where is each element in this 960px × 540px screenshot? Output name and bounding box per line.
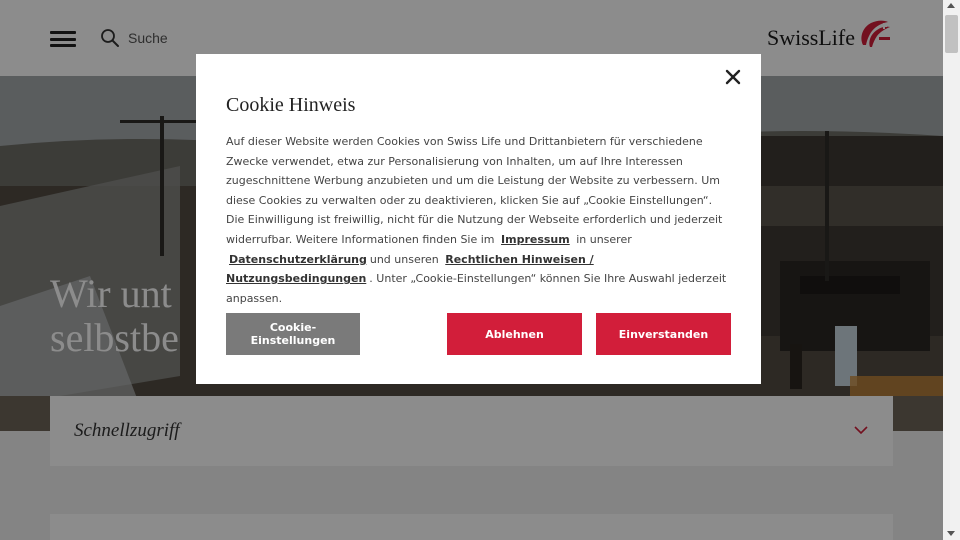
impressum-link[interactable]: Impressum (501, 233, 570, 246)
scroll-up-arrow-icon[interactable] (947, 3, 955, 8)
cookie-settings-button[interactable]: Cookie-Einstellungen (226, 313, 360, 355)
cookie-text-part-2: in unserer (576, 232, 632, 246)
decline-button[interactable]: Ablehnen (447, 313, 582, 355)
cookie-dialog-text: Auf dieser Website werden Cookies von Sw… (226, 132, 731, 308)
cookie-consent-dialog: Cookie Hinweis Auf dieser Website werden… (196, 54, 761, 384)
scroll-down-arrow-icon[interactable] (947, 531, 955, 536)
close-icon[interactable] (725, 69, 741, 85)
vertical-scrollbar[interactable] (943, 0, 960, 540)
accept-button[interactable]: Einverstanden (596, 313, 731, 355)
privacy-policy-link[interactable]: Datenschutzerklärung (229, 253, 367, 266)
cookie-dialog-title: Cookie Hinweis (226, 94, 356, 116)
scrollbar-thumb[interactable] (945, 15, 958, 53)
cookie-text-part-1: Auf dieser Website werden Cookies von Sw… (226, 135, 723, 246)
cookie-text-part-3: und unseren (369, 252, 439, 266)
